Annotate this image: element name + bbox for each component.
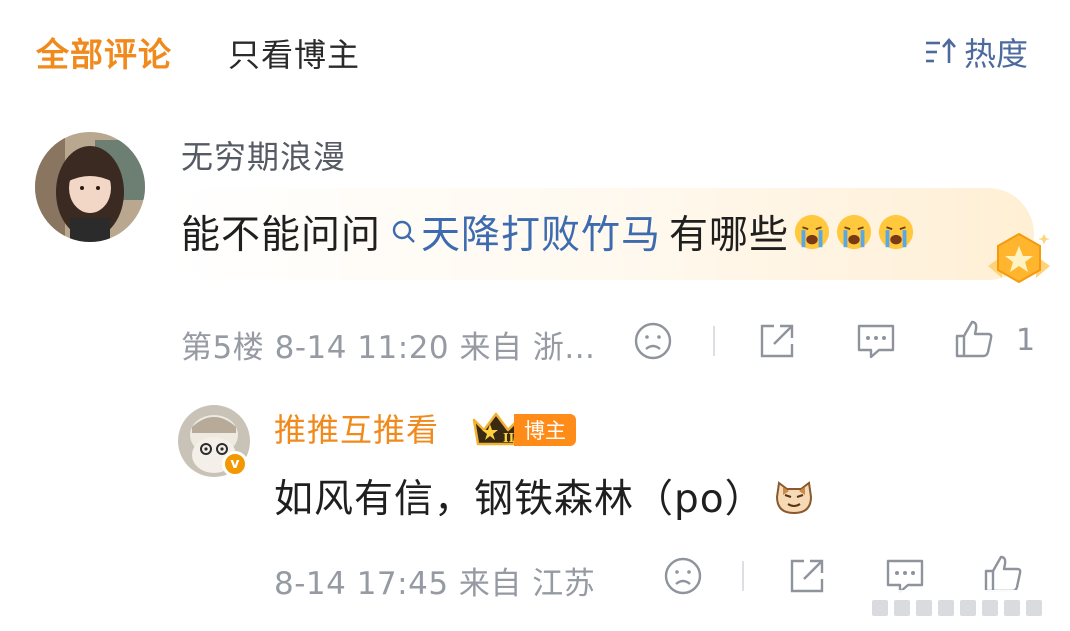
tab-host-only[interactable]: 只看博主 (228, 30, 360, 76)
dislike-icon[interactable] (632, 320, 674, 362)
topic-link[interactable]: 天降打败竹马 (391, 204, 661, 260)
like-icon[interactable] (953, 318, 995, 360)
comment-icon[interactable] (855, 320, 897, 362)
cat-emoji-icon (775, 481, 812, 515)
reply-username[interactable]: 推推互推看 (274, 405, 439, 451)
reply-meta: 8-14 17:45 来自 江苏 (274, 558, 595, 603)
sort-icon (926, 38, 956, 63)
avatar[interactable] (35, 132, 145, 242)
reply-text-content: 如风有信，钢铁森林（po） (274, 477, 765, 522)
watermark-icon (832, 590, 1060, 626)
topic-label: 天降打败竹马 (421, 213, 662, 258)
like-count: 1 (1016, 323, 1036, 358)
divider (713, 326, 715, 356)
comment-meta: 第5楼 8-14 11:20 来自 浙... (181, 322, 595, 367)
comment-text: 能不能问问 天降打败竹马 有哪些 (181, 206, 915, 258)
crying-emoji-icon (878, 214, 914, 250)
comment-text-after: 有哪些 (669, 213, 790, 258)
sort-button[interactable]: 热度 (924, 30, 1028, 74)
reply-timestamp: 8-14 17:45 (274, 566, 449, 602)
sort-label: 热度 (964, 35, 1029, 73)
search-icon (392, 220, 415, 243)
dislike-icon[interactable] (662, 555, 704, 597)
source-label: 来自 浙... (459, 330, 596, 366)
host-badge: 博主 (514, 414, 576, 446)
divider (742, 561, 744, 591)
reply-source-label: 来自 江苏 (458, 566, 596, 602)
timestamp: 8-14 11:20 (274, 330, 450, 366)
crying-emoji-icon (836, 214, 872, 250)
share-icon[interactable] (786, 555, 828, 597)
comment-text-before: 能不能问问 (181, 213, 382, 258)
medal-icon (988, 232, 1050, 284)
verified-badge-icon: v (222, 451, 248, 477)
comment-username[interactable]: 无穷期浪漫 (181, 132, 346, 178)
share-icon[interactable] (756, 320, 798, 362)
floor-label: 第5楼 (181, 330, 265, 366)
crying-emoji-icon (794, 214, 830, 250)
svg-text:II: II (503, 431, 515, 445)
reply-text: 如风有信，钢铁森林（po） (274, 470, 815, 522)
tab-all-comments[interactable]: 全部评论 (36, 28, 172, 76)
like-icon[interactable] (982, 553, 1024, 595)
